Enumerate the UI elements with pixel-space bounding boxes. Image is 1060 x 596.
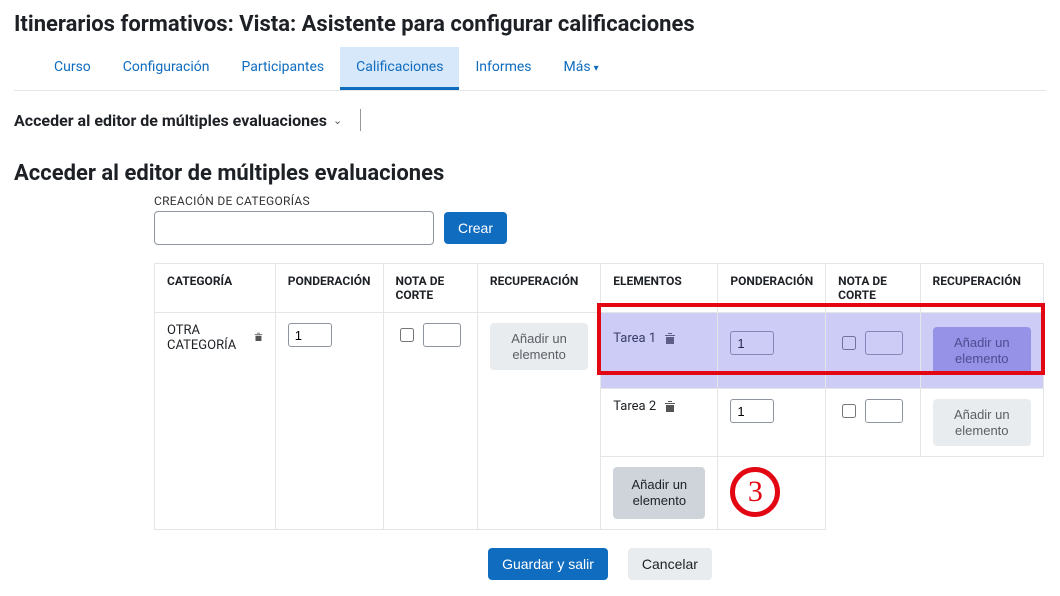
cancel-button[interactable]: Cancelar bbox=[628, 548, 712, 580]
category-cut-checkbox[interactable] bbox=[400, 328, 414, 342]
chevron-down-icon: ▾ bbox=[594, 63, 599, 74]
tab-nav: Curso Configuración Participantes Califi… bbox=[14, 47, 1046, 91]
chevron-down-icon: ⌄ bbox=[333, 114, 342, 127]
element-recup-cell: Añadir un elemento bbox=[920, 389, 1043, 457]
trash-icon[interactable] bbox=[664, 400, 676, 413]
element-weight-input[interactable] bbox=[730, 399, 774, 423]
section-switcher[interactable]: Acceder al editor de múltiples evaluacio… bbox=[14, 109, 1046, 131]
col-categoria: CATEGORÍA bbox=[155, 264, 276, 313]
empty-cell bbox=[920, 457, 1043, 529]
tab-curso[interactable]: Curso bbox=[38, 47, 107, 90]
element-cut-input[interactable] bbox=[865, 399, 903, 423]
tab-calificaciones[interactable]: Calificaciones bbox=[340, 47, 459, 90]
step-badge: 3 bbox=[730, 467, 780, 517]
element-name: Tarea 1 bbox=[613, 331, 656, 346]
element-cut-cell bbox=[826, 389, 920, 457]
table-row: OTRA CATEGORÍA bbox=[155, 313, 1044, 389]
element-name: Tarea 2 bbox=[613, 399, 656, 414]
tab-mas[interactable]: Más▾ bbox=[548, 47, 615, 90]
category-cut-cell bbox=[383, 313, 477, 530]
element-name-cell: Tarea 1 bbox=[601, 313, 718, 389]
element-add-recup-button[interactable]: Añadir un elemento bbox=[933, 327, 1031, 374]
col-nota-corte-el: NOTA DE CORTE bbox=[826, 264, 920, 313]
save-button[interactable]: Guardar y salir bbox=[488, 548, 608, 580]
add-element-cell: Añadir un elemento bbox=[601, 457, 718, 529]
element-cut-checkbox[interactable] bbox=[842, 336, 856, 350]
category-cut-input[interactable] bbox=[423, 323, 461, 347]
element-weight-cell bbox=[718, 313, 826, 389]
col-nota-corte: NOTA DE CORTE bbox=[383, 264, 477, 313]
category-add-recup-button[interactable]: Añadir un elemento bbox=[490, 323, 588, 370]
category-weight-input[interactable] bbox=[288, 323, 332, 347]
category-weight-cell bbox=[275, 313, 383, 530]
element-weight-input[interactable] bbox=[730, 331, 774, 355]
element-cut-checkbox[interactable] bbox=[842, 404, 856, 418]
category-name-cell: OTRA CATEGORÍA bbox=[155, 313, 276, 530]
element-weight-cell bbox=[718, 389, 826, 457]
col-ponderacion: PONDERACIÓN bbox=[275, 264, 383, 313]
create-category-button[interactable]: Crear bbox=[444, 212, 507, 244]
step-badge-cell: 3 bbox=[718, 457, 826, 529]
category-name: OTRA CATEGORÍA bbox=[167, 323, 246, 353]
element-recup-cell: Añadir un elemento bbox=[920, 313, 1043, 389]
element-name-cell: Tarea 2 bbox=[601, 389, 718, 457]
trash-icon[interactable] bbox=[664, 332, 676, 345]
trash-icon[interactable] bbox=[254, 332, 263, 345]
element-cut-input[interactable] bbox=[865, 331, 903, 355]
tab-configuracion[interactable]: Configuración bbox=[107, 47, 226, 90]
tab-mas-label: Más bbox=[564, 59, 591, 75]
empty-cell bbox=[826, 457, 920, 529]
col-elementos: ELEMENTOS bbox=[601, 264, 718, 313]
element-cut-cell bbox=[826, 313, 920, 389]
section-switcher-label: Acceder al editor de múltiples evaluacio… bbox=[14, 111, 327, 130]
col-ponderacion-el: PONDERACIÓN bbox=[718, 264, 826, 313]
element-add-recup-button[interactable]: Añadir un elemento bbox=[933, 399, 1031, 446]
page-title: Itinerarios formativos: Vista: Asistente… bbox=[14, 12, 1046, 37]
category-create-label: CREACIÓN DE CATEGORÍAS bbox=[154, 194, 1046, 208]
col-recuperacion: RECUPERACIÓN bbox=[477, 264, 600, 313]
table-header-row: CATEGORÍA PONDERACIÓN NOTA DE CORTE RECU… bbox=[155, 264, 1044, 313]
tab-participantes[interactable]: Participantes bbox=[226, 47, 341, 90]
tab-informes[interactable]: Informes bbox=[459, 47, 547, 90]
category-name-input[interactable] bbox=[154, 211, 434, 245]
divider bbox=[360, 109, 361, 131]
add-element-button[interactable]: Añadir un elemento bbox=[613, 467, 705, 518]
col-recuperacion-el: RECUPERACIÓN bbox=[920, 264, 1043, 313]
category-recup-cell: Añadir un elemento bbox=[477, 313, 600, 530]
grades-table: CATEGORÍA PONDERACIÓN NOTA DE CORTE RECU… bbox=[154, 263, 1044, 530]
section-heading: Acceder al editor de múltiples evaluacio… bbox=[14, 161, 1046, 186]
